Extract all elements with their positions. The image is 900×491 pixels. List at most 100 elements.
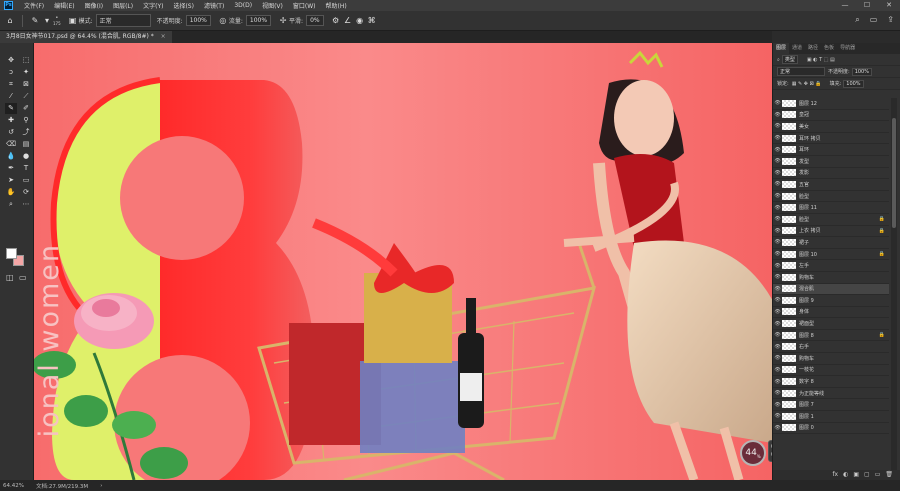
mode-select[interactable]: 正常 — [95, 14, 151, 27]
dodge-tool-icon[interactable]: ● — [20, 151, 32, 162]
menu-layer[interactable]: 图层(L) — [108, 1, 138, 10]
eraser-tool-icon[interactable]: ⌫ — [5, 139, 17, 150]
zoom-tool-icon[interactable]: ⌕ — [5, 199, 17, 210]
layer-row[interactable]: 👁 图层 10 🔒 — [773, 249, 889, 261]
layer-row[interactable]: 👁 混合肌 — [773, 283, 889, 296]
visibility-eye-icon[interactable]: 👁 — [773, 425, 782, 431]
tab-layers[interactable]: 图层 — [773, 43, 790, 54]
brush-size-picker[interactable]: • 175 — [53, 15, 61, 26]
magic-wand-tool-icon[interactable]: ✦ — [20, 67, 32, 78]
visibility-eye-icon[interactable]: 👁 — [773, 181, 782, 187]
crop-tool-icon[interactable]: ⌗ — [5, 79, 17, 90]
visibility-eye-icon[interactable]: 👁 — [773, 205, 782, 211]
layer-row[interactable]: 👁 图层 7 — [773, 399, 889, 412]
layer-row[interactable]: 👁 图层 1 — [773, 411, 889, 423]
pressure-size-icon[interactable]: ◉ — [354, 15, 366, 27]
foreground-color-swatch[interactable] — [6, 248, 17, 259]
visibility-eye-icon[interactable]: 👁 — [773, 390, 782, 396]
art-history-tool-icon[interactable]: ⤴ — [20, 127, 32, 138]
blend-mode-select[interactable]: 正常 — [777, 67, 825, 76]
visibility-eye-icon[interactable]: 👁 — [773, 100, 782, 106]
visibility-eye-icon[interactable]: 👁 — [773, 402, 782, 408]
tab-paths[interactable]: 路径 — [805, 43, 821, 54]
visibility-eye-icon[interactable]: 👁 — [773, 216, 782, 222]
layer-row[interactable]: 👁 耳环 拷贝 — [773, 133, 889, 145]
eyedropper-tool-icon[interactable]: ⁄ — [5, 91, 17, 102]
layer-row[interactable]: 👁 为正能等线 — [773, 388, 889, 400]
airbrush-icon[interactable]: ✢ — [277, 15, 289, 27]
healing-tool-icon[interactable]: ✚ — [5, 115, 17, 126]
fx-icon[interactable]: fx — [832, 470, 838, 480]
search-icon[interactable]: ⌕ — [855, 15, 859, 25]
brush-panel-icon[interactable]: ▣ — [67, 15, 79, 27]
chevron-down-icon[interactable]: ▾ — [41, 15, 53, 27]
gear-icon[interactable]: ⚙ — [330, 15, 342, 27]
layer-row[interactable]: 👁 购物车 — [773, 353, 889, 365]
layer-row[interactable]: 👁 身体 — [773, 307, 889, 319]
visibility-eye-icon[interactable]: 👁 — [773, 379, 782, 385]
clone-stamp-tool-icon[interactable]: ⚲ — [20, 115, 32, 126]
layer-row[interactable]: 👁 上衣 拷贝 🔒 — [773, 226, 889, 238]
workspace-icon[interactable]: ▭ — [870, 15, 878, 25]
brush-tool-icon[interactable]: ✎ — [5, 103, 17, 114]
adjustment-icon[interactable]: ◐ — [843, 470, 848, 480]
layer-row[interactable]: 👁 图层 0 — [773, 423, 889, 435]
layer-row[interactable]: 👁 皇冠 — [773, 110, 889, 122]
visibility-eye-icon[interactable]: 👁 — [773, 297, 782, 303]
maximize-button[interactable]: ☐ — [856, 0, 878, 11]
lock-icons[interactable]: ▦ ✎ ✥ ⊠ 🔒 — [792, 81, 822, 87]
new-group-icon[interactable]: ▢ — [864, 470, 870, 480]
tab-swatches[interactable]: 色板 — [821, 43, 837, 54]
menu-file[interactable]: 文件(F) — [19, 1, 49, 10]
canvas[interactable]: ional women — [34, 43, 772, 480]
visibility-eye-icon[interactable]: 👁 — [773, 332, 782, 338]
panel-opacity-input[interactable]: 100% — [851, 67, 872, 76]
layer-row[interactable]: 👁 图层 9 — [773, 295, 889, 307]
blur-tool-icon[interactable]: 💧 — [5, 151, 17, 162]
scrollbar-thumb[interactable] — [892, 118, 896, 228]
document-tab[interactable]: 3月8日女神节017.psd @ 64.4% (混合肌, RGB/8#) * × — [0, 31, 172, 43]
history-brush-tool-icon[interactable]: ↺ — [5, 127, 17, 138]
layer-row[interactable]: 👁 发影 — [773, 168, 889, 180]
type-tool-icon[interactable]: T — [20, 163, 32, 174]
layer-row[interactable]: 👁 图层 11 — [773, 202, 889, 214]
layer-row[interactable]: 👁 右手 — [773, 341, 889, 354]
layer-row[interactable]: 👁 图层 12 — [773, 98, 889, 110]
menu-edit[interactable]: 编辑(E) — [49, 1, 79, 10]
visibility-eye-icon[interactable]: 👁 — [773, 321, 782, 327]
layer-row[interactable]: 👁 左手 — [773, 260, 889, 272]
more-tools-icon[interactable]: ⋯ — [20, 199, 32, 210]
gradient-tool-icon[interactable]: ▤ — [20, 139, 32, 150]
zoom-indicator-bubble[interactable]: 44% — [740, 440, 766, 466]
menu-type[interactable]: 文字(Y) — [138, 1, 168, 10]
trash-icon[interactable]: 🗑 — [885, 470, 893, 480]
layer-row[interactable]: 👁 数字 8 — [773, 376, 889, 388]
screen-mode-icon[interactable]: ▭ — [19, 273, 27, 282]
menu-3d[interactable]: 3D(D) — [229, 2, 257, 9]
layer-row[interactable]: 👁 五官 — [773, 179, 889, 191]
chevron-right-icon[interactable]: › — [100, 483, 102, 489]
tab-navigator[interactable]: 导航器 — [837, 43, 858, 54]
menu-select[interactable]: 选择(S) — [168, 1, 199, 10]
pressure-opacity-icon[interactable]: ◎ — [217, 15, 229, 27]
visibility-eye-icon[interactable]: 👁 — [773, 251, 782, 257]
layer-row[interactable]: 👁 购物车 — [773, 272, 889, 284]
layer-row[interactable]: 👁 发型 — [773, 156, 889, 168]
menu-image[interactable]: 图像(I) — [80, 1, 108, 10]
visibility-eye-icon[interactable]: 👁 — [773, 158, 782, 164]
symmetry-icon[interactable]: ⌘ — [366, 15, 378, 27]
pencil-tool-icon[interactable]: ✐ — [20, 103, 32, 114]
visibility-eye-icon[interactable]: 👁 — [773, 286, 782, 292]
quick-mask-icon[interactable]: ◫ — [6, 273, 14, 282]
smoothing-input[interactable]: 0% — [306, 15, 324, 26]
menu-view[interactable]: 视图(V) — [257, 1, 288, 10]
layer-row[interactable]: 👁 脸型 🔒 — [773, 214, 889, 226]
visibility-eye-icon[interactable]: 👁 — [773, 112, 782, 118]
filter-pixel-icon[interactable]: ▣ ◐ T ⬚ ▤ — [807, 57, 835, 63]
move-tool-icon[interactable]: ✥ — [5, 55, 17, 66]
frame-tool-icon[interactable]: ⊠ — [20, 79, 32, 90]
flow-input[interactable]: 100% — [245, 15, 272, 26]
visibility-eye-icon[interactable]: 👁 — [773, 263, 782, 269]
angle-icon[interactable]: ∠ — [342, 15, 354, 27]
marquee-tool-icon[interactable]: ⬚ — [20, 55, 32, 66]
